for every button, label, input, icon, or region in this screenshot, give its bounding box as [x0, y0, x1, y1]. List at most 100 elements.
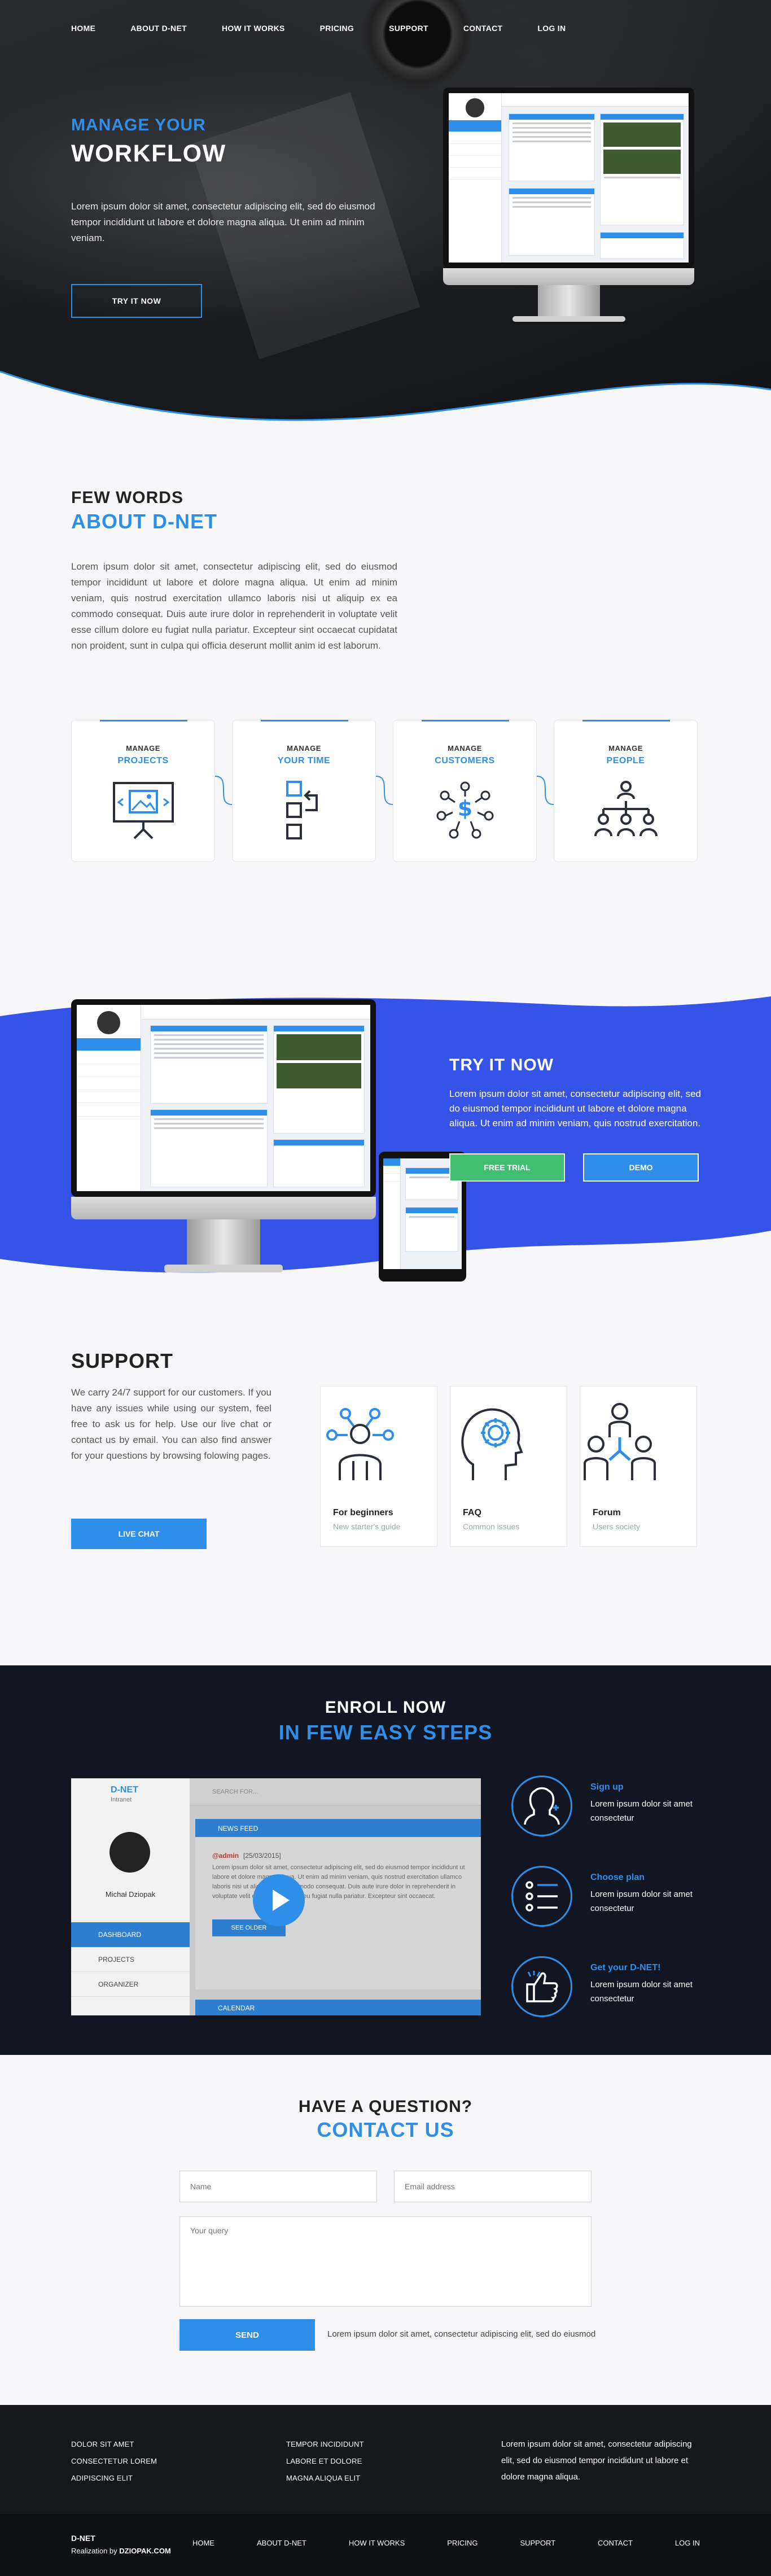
- connector-line: [376, 776, 393, 805]
- bottom-nav-support[interactable]: SUPPORT: [520, 2539, 555, 2547]
- presentation-icon: [112, 782, 174, 839]
- footer-link[interactable]: CONSECTETUR LOREM: [71, 2453, 157, 2470]
- bottom-nav-contact[interactable]: CONTACT: [598, 2539, 633, 2547]
- footer-link[interactable]: ADIPISCING ELIT: [71, 2470, 157, 2487]
- support-title: SUPPORT: [71, 1349, 174, 1372]
- demo-video[interactable]: D-NET Intranet Michał Dziopak DASHBOARD …: [71, 1778, 481, 2015]
- video-menu-organizer: ORGANIZER: [71, 1972, 190, 1997]
- video-post-author: @admin: [212, 1852, 239, 1860]
- step-title: Choose plan: [590, 1873, 645, 1882]
- try-text: Lorem ipsum dolor sit amet, consectetur …: [449, 1088, 701, 1129]
- about-section: FEW WORDS ABOUT D-NET Lorem ipsum dolor …: [0, 429, 771, 994]
- checklist-icon: [525, 1881, 558, 1912]
- play-button[interactable]: [253, 1874, 305, 1926]
- video-brand-sub: Intranet: [111, 1796, 132, 1803]
- footer-link[interactable]: MAGNA ALIQUA ELIT: [286, 2470, 364, 2487]
- query-field[interactable]: [179, 2216, 592, 2307]
- footer-link[interactable]: DOLOR SIT AMET: [71, 2436, 157, 2453]
- contact-title: CONTACT US: [317, 2118, 454, 2141]
- enroll-title: IN FEW EASY STEPS: [278, 1721, 493, 1744]
- hero-section: HOME ABOUT D-NET HOW IT WORKS PRICING SU…: [0, 0, 771, 429]
- video-menu-projects: PROJECTS: [71, 1947, 190, 1972]
- bottom-nav-how[interactable]: HOW IT WORKS: [349, 2539, 405, 2547]
- dashboard-screenshot: [449, 93, 689, 263]
- bottom-bar: D-NET Realization by DZIOPAK.COM HOME AB…: [0, 2514, 771, 2576]
- nav-about[interactable]: ABOUT D-NET: [130, 24, 187, 33]
- step-text: Lorem ipsum dolor sit amet consectetur: [590, 1980, 693, 2004]
- hero-title: WORKFLOW: [71, 140, 226, 167]
- bottom-nav-pricing[interactable]: PRICING: [447, 2539, 478, 2547]
- enroll-kicker: ENROLL NOW: [325, 1698, 446, 1717]
- bottom-nav-home[interactable]: HOME: [192, 2539, 214, 2547]
- nav-how-it-works[interactable]: HOW IT WORKS: [222, 24, 285, 33]
- enroll-step-signup: Sign up Lorem ipsum dolor sit amet conse…: [511, 1775, 703, 1843]
- support-card-title: FAQ: [463, 1508, 481, 1517]
- feature-card-people[interactable]: MANAGE PEOPLE: [554, 720, 698, 862]
- about-title: ABOUT D-NET: [71, 510, 217, 533]
- dashboard-screenshot: [77, 1005, 370, 1191]
- workflow-icon: [286, 781, 318, 839]
- video-brand: D-NET: [111, 1785, 138, 1795]
- video-user-name: Michał Dziopak: [105, 1890, 156, 1899]
- support-card-sub: Users society: [593, 1522, 641, 1531]
- about-kicker: FEW WORDS: [71, 488, 183, 507]
- footer: DOLOR SIT AMET CONSECTETUR LOREM ADIPISC…: [0, 2405, 771, 2514]
- try-monitor-mockup: [71, 999, 466, 1282]
- contact-section: HAVE A QUESTION? CONTACT US SEND Lorem i…: [0, 2055, 771, 2405]
- try-title: TRY IT NOW: [449, 1056, 554, 1074]
- footer-link[interactable]: LABORE ET DOLORE: [286, 2453, 364, 2470]
- support-card-sub: Common issues: [463, 1522, 520, 1531]
- footer-credit: Realization by DZIOPAK.COM: [71, 2547, 171, 2555]
- feature-cards: MANAGE PROJECTS MANAGE YOUR TIME MANAGE …: [71, 720, 698, 867]
- hero-monitor-mockup: [443, 88, 694, 322]
- video-sidebar: D-NET Intranet Michał Dziopak DASHBOARD …: [71, 1778, 190, 2015]
- step-text: Lorem ipsum dolor sit amet consectetur: [590, 1890, 693, 1913]
- feature-title: YOUR TIME: [277, 756, 331, 766]
- nav-home[interactable]: HOME: [71, 24, 95, 33]
- live-chat-button[interactable]: LIVE CHAT: [71, 1519, 207, 1549]
- free-trial-button[interactable]: FREE TRIAL: [449, 1153, 565, 1182]
- video-post-date: [25/03/2015]: [243, 1852, 281, 1860]
- nav-contact[interactable]: CONTACT: [463, 24, 503, 33]
- nav-login[interactable]: LOG IN: [537, 24, 566, 33]
- email-field[interactable]: [394, 2171, 592, 2202]
- enroll-step-get: Get your D-NET! Lorem ipsum dolor sit am…: [511, 1956, 703, 2024]
- about-text: Lorem ipsum dolor sit amet, consectetur …: [71, 561, 397, 651]
- feature-kicker: MANAGE: [448, 744, 482, 753]
- step-title: Sign up: [590, 1782, 624, 1792]
- nav-pricing[interactable]: PRICING: [320, 24, 354, 33]
- name-field[interactable]: [179, 2171, 377, 2202]
- credit-name[interactable]: DZIOPAK.COM: [119, 2547, 170, 2555]
- contact-kicker: HAVE A QUESTION?: [298, 2097, 473, 2116]
- credit-prefix: Realization by: [71, 2547, 117, 2555]
- svg-text:$: $: [457, 796, 472, 821]
- thumbs-up-icon: [526, 1971, 558, 2002]
- step-text: Lorem ipsum dolor sit amet consectetur: [590, 1799, 693, 1823]
- nav-support[interactable]: SUPPORT: [389, 24, 428, 33]
- bottom-nav-login[interactable]: LOG IN: [675, 2539, 700, 2547]
- enroll-section: ENROLL NOW IN FEW EASY STEPS D-NET Intra…: [0, 1665, 771, 2055]
- feature-card-projects[interactable]: MANAGE PROJECTS: [71, 720, 215, 862]
- feature-card-time[interactable]: MANAGE YOUR TIME: [232, 720, 376, 862]
- bottom-nav-about[interactable]: ABOUT D-NET: [257, 2539, 306, 2547]
- feature-title: CUSTOMERS: [435, 756, 495, 766]
- support-section: SUPPORT We carry 24/7 support for our cu…: [0, 1287, 771, 1665]
- demo-button[interactable]: DEMO: [583, 1153, 699, 1182]
- support-card-forum[interactable]: Forum Users society: [580, 1386, 697, 1547]
- try-it-now-button[interactable]: TRY IT NOW: [71, 284, 202, 318]
- support-card-faq[interactable]: FAQ Common issues: [450, 1386, 567, 1547]
- head-gear-icon: [461, 1408, 523, 1480]
- send-button[interactable]: SEND: [179, 2319, 315, 2351]
- connector-line: [537, 776, 554, 805]
- support-card-beginners[interactable]: For beginners New starter's guide: [320, 1386, 437, 1547]
- send-note: Lorem ipsum dolor sit amet, consectetur …: [327, 2329, 596, 2339]
- hero-text: Lorem ipsum dolor sit amet, consectetur …: [71, 201, 375, 243]
- org-chart-icon: [594, 781, 658, 837]
- video-post-text: Lorem ipsum dolor sit amet, consectetur …: [212, 1864, 465, 1900]
- feature-card-customers[interactable]: MANAGE CUSTOMERS $: [393, 720, 537, 862]
- feature-kicker: MANAGE: [287, 744, 321, 753]
- top-nav: HOME ABOUT D-NET HOW IT WORKS PRICING SU…: [71, 24, 601, 33]
- step-title: Get your D-NET!: [590, 1963, 661, 1973]
- enroll-step-plan: Choose plan Lorem ipsum dolor sit amet c…: [511, 1866, 703, 1934]
- footer-link[interactable]: TEMPOR INCIDIDUNT: [286, 2436, 364, 2453]
